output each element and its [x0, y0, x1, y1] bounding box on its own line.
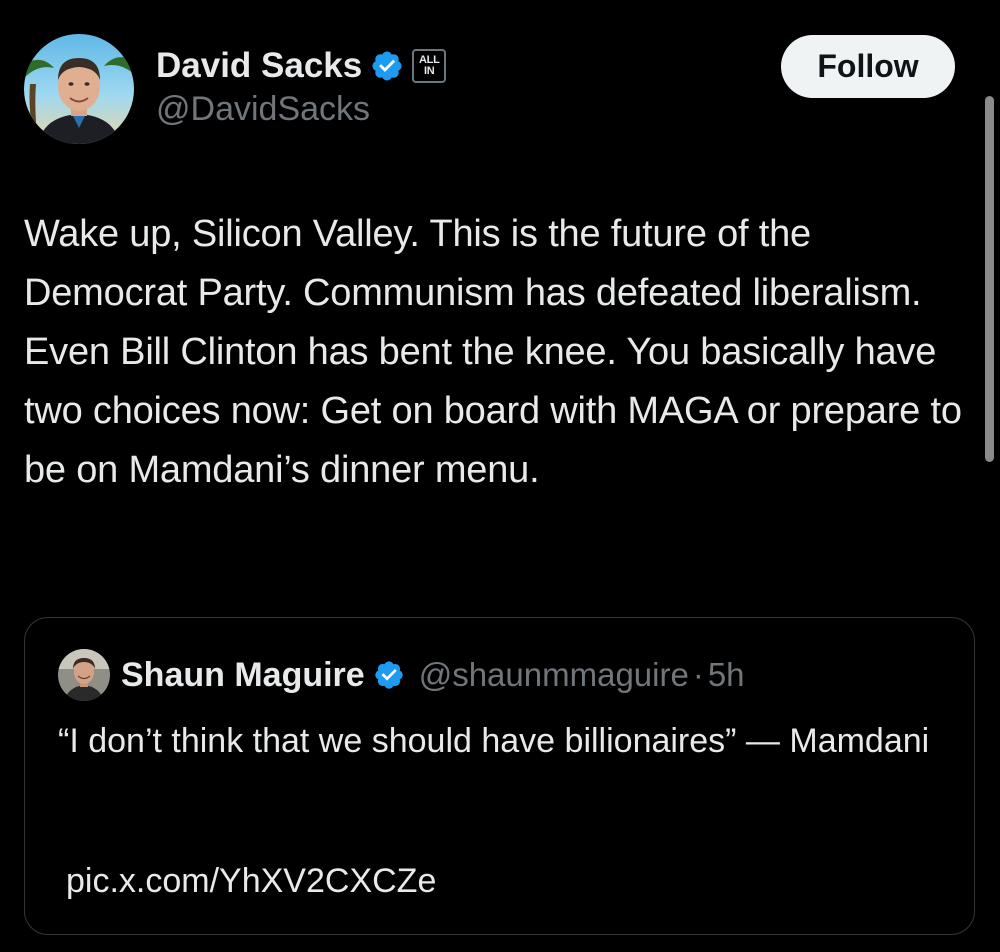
author-handle[interactable]: @DavidSacks [156, 90, 370, 129]
verified-badge-icon [375, 661, 403, 689]
quoted-tweet-text: “I don’t think that we should have billi… [58, 722, 930, 760]
quoted-tweet-timestamp[interactable]: 5h [708, 656, 745, 694]
header-separator: · [692, 656, 704, 693]
quoted-tweet-header: Shaun Maguire @shaunmmaguire · 5h [121, 653, 745, 697]
quoted-author-avatar-image [58, 649, 110, 701]
follow-button[interactable]: Follow [781, 35, 955, 98]
author-avatar[interactable] [24, 34, 134, 144]
tweet-text: Wake up, Silicon Valley. This is the fut… [24, 213, 962, 491]
all-in-affiliate-badge[interactable]: ALL IN [412, 49, 447, 83]
quoted-tweet-media-link[interactable]: pic.x.com/YhXV2CXCZe [66, 862, 436, 901]
author-avatar-image [24, 34, 134, 144]
scrollbar-thumb[interactable] [985, 96, 994, 462]
quoted-author-handle[interactable]: @shaunmmaguire [419, 656, 689, 694]
affiliate-badge-line2: IN [424, 65, 435, 77]
verified-badge-icon[interactable] [370, 49, 404, 83]
quoted-author-name[interactable]: Shaun Maguire [121, 656, 365, 695]
author-name-line: David Sacks ALL IN [156, 44, 447, 88]
quoted-author-avatar[interactable] [58, 649, 110, 701]
quoted-tweet-card[interactable]: Shaun Maguire @shaunmmaguire · 5h “I don… [24, 617, 975, 935]
author-display-name[interactable]: David Sacks [156, 46, 362, 86]
